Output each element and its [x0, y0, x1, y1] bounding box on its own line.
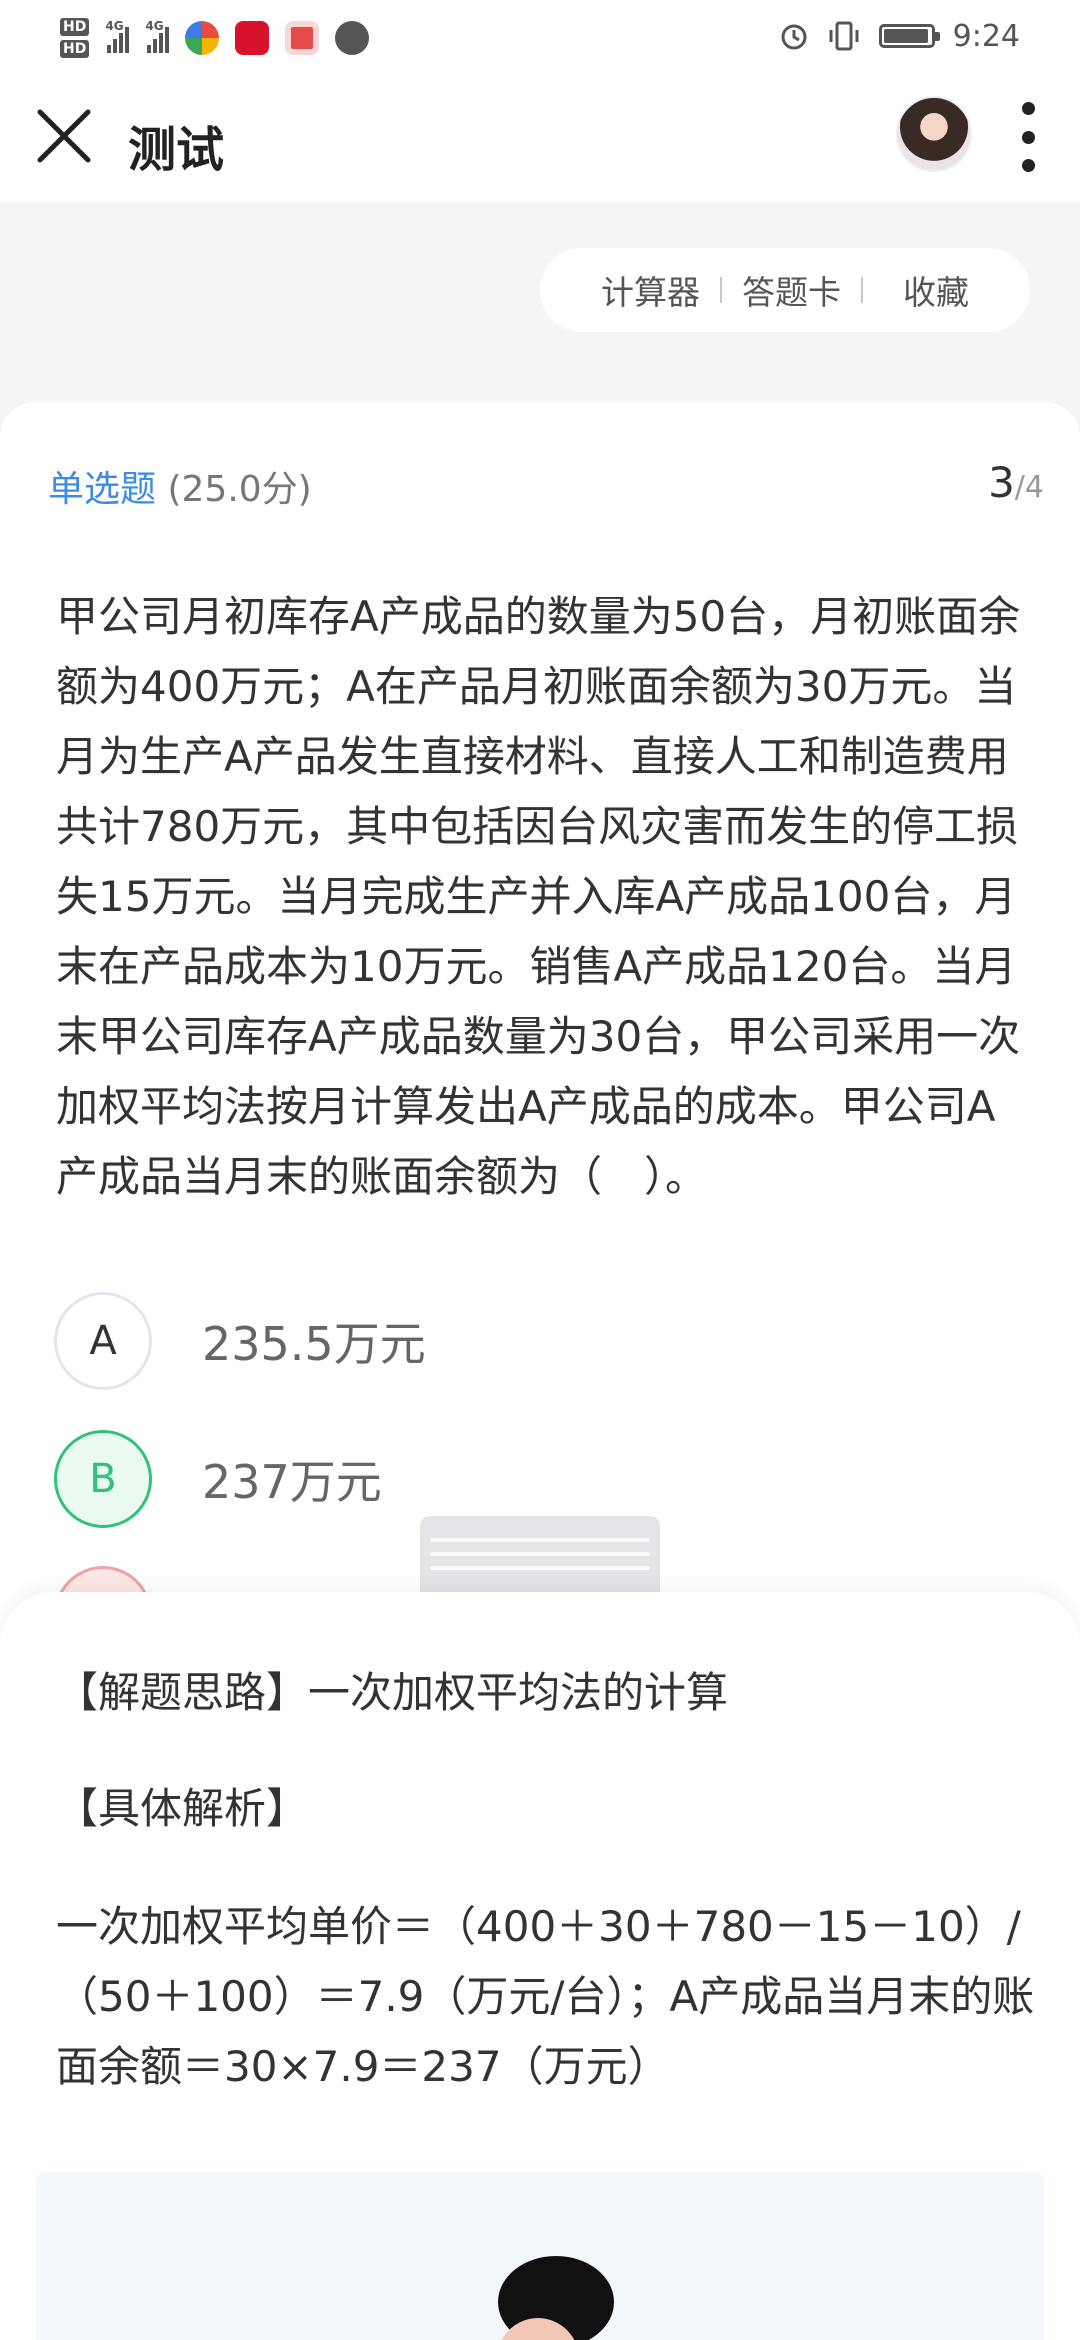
hd-indicators: HD HD [60, 18, 90, 58]
question-meta: 单选题 (25.0分) [48, 460, 312, 512]
character-illustration [498, 2256, 614, 2340]
option-letter: B [54, 1430, 152, 1528]
alarm-icon [781, 24, 807, 50]
signal-icon-2: 4G [145, 19, 170, 53]
calculator-button[interactable]: 计算器 [581, 266, 720, 314]
option-b[interactable]: B 237万元 [54, 1430, 382, 1528]
handle-line [430, 1566, 650, 1570]
tmall-icon [235, 21, 270, 55]
clock: 9:24 [952, 18, 1020, 54]
question-score: (25.0分) [167, 469, 312, 510]
detail-text: 一次加权平均单价＝（400＋30＋780－15－10）/（50＋100）＝7.9… [56, 1902, 1035, 2091]
more-icon-dot [1021, 159, 1035, 172]
app-header: 测试 [0, 72, 1080, 202]
status-bar: HD HD 4G 4G 9:24 [0, 0, 1080, 72]
signal-icon: 4G [105, 19, 130, 53]
analysis-sheet: 【解题思路】一次加权平均法的计算 【具体解析】 一次加权平均单价＝（400＋30… [0, 1592, 1080, 2340]
current-question-number: 3 [988, 458, 1015, 507]
sheet-drag-handle[interactable] [420, 1516, 660, 1592]
question-card: 单选题 (25.0分) 3/4 甲公司月初库存A产成品的数量为50台，月初账面余… [0, 402, 1080, 1672]
vibrate-icon [829, 21, 859, 51]
total-questions: /4 [1014, 470, 1044, 505]
option-a[interactable]: A 235.5万元 [54, 1292, 426, 1390]
favorite-button[interactable]: 收藏 [863, 266, 989, 314]
handle-line [430, 1552, 650, 1556]
avatar[interactable] [896, 96, 972, 172]
battery-icon [878, 24, 940, 48]
more-menu-button[interactable] [1016, 102, 1040, 172]
illustration-image [36, 2172, 1044, 2340]
close-button[interactable] [36, 108, 92, 164]
option-text: 237万元 [202, 1455, 382, 1509]
option-text: 235.5万元 [202, 1317, 426, 1371]
answer-card-button[interactable]: 答题卡 [722, 266, 861, 314]
hd1-badge: HD [60, 18, 90, 36]
book-app-icon [285, 21, 320, 55]
question-tools: 计算器 答题卡 收藏 [540, 248, 1030, 332]
status-left: HD HD 4G 4G [60, 10, 370, 66]
close-icon [37, 109, 91, 163]
app-notification-icon [185, 21, 220, 55]
question-progress: 3/4 [988, 458, 1044, 507]
detail-heading: 【具体解析】 [56, 1784, 309, 1833]
question-type: 单选题 [48, 469, 157, 510]
hd2-badge: HD [60, 40, 90, 58]
status-right: 9:24 [779, 16, 1020, 56]
solution-approach: 【解题思路】一次加权平均法的计算 [56, 1668, 729, 1717]
sync-app-icon [335, 21, 370, 55]
handle-line [430, 1538, 650, 1542]
more-icon-dot [1021, 102, 1035, 115]
page-title: 测试 [128, 122, 225, 178]
more-icon-dot [1021, 130, 1035, 144]
question-text: 甲公司月初库存A产成品的数量为50台，月初账面余额为400万元；A在产品月初账面… [56, 592, 1021, 1201]
option-letter: A [54, 1292, 152, 1390]
